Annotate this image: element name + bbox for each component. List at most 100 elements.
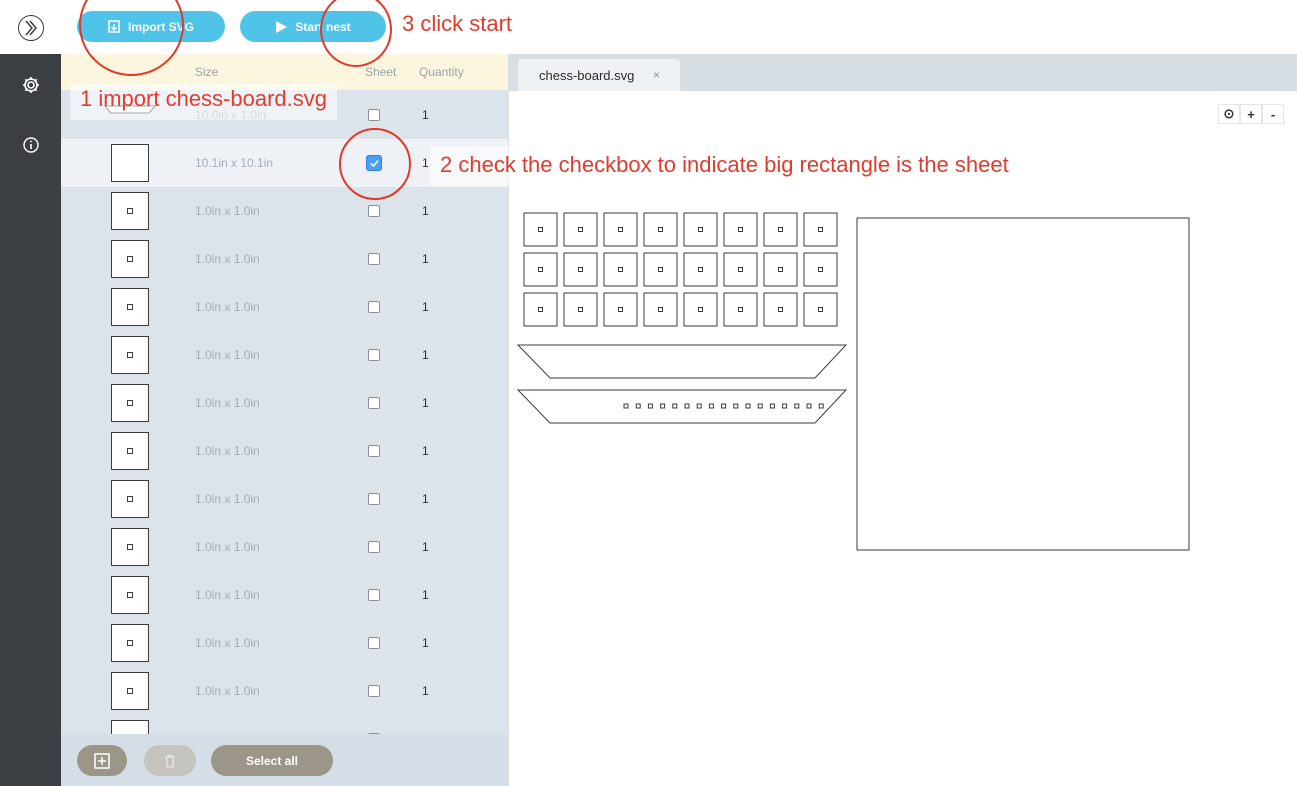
table-row[interactable]: 1.0in x 1.0in 1 xyxy=(61,427,508,475)
sheet-checkbox[interactable] xyxy=(368,253,380,265)
sheet-checkbox[interactable] xyxy=(368,589,380,601)
table-row[interactable]: 1.0in x 1.0in 1 xyxy=(61,331,508,379)
preview-square-piece xyxy=(603,292,638,327)
table-row[interactable]: 1.0in x 1.0in 1 xyxy=(61,379,508,427)
sheet-checkbox[interactable] xyxy=(368,109,380,121)
annotation-step-2: 2 check the checkbox to indicate big rec… xyxy=(430,146,1019,186)
part-size: 1.0in x 1.0in xyxy=(195,492,260,506)
start-nest-label: Start nest xyxy=(295,19,351,34)
part-size: 1.0in x 1.0in xyxy=(195,252,260,266)
preview-square-piece xyxy=(603,252,638,287)
table-row[interactable]: 1.0in x 1.0in 1 xyxy=(61,475,508,523)
preview-square-hole xyxy=(738,307,743,312)
part-quantity: 1 xyxy=(422,588,429,602)
preview-trapezoid-hole xyxy=(794,403,800,409)
preview-square-hole xyxy=(578,227,583,232)
delete-part-button[interactable] xyxy=(144,745,196,776)
table-row[interactable]: 1.0in x 1.0in 1 xyxy=(61,667,508,715)
part-size: 1.0in x 1.0in xyxy=(195,348,260,362)
part-thumbnail xyxy=(111,336,149,374)
left-rail xyxy=(0,54,61,786)
sheet-checkbox[interactable] xyxy=(368,301,380,313)
part-thumbnail xyxy=(111,240,149,278)
preview-trapezoid-hole xyxy=(684,403,690,409)
preview-square-piece xyxy=(763,292,798,327)
preview-square-hole xyxy=(658,227,663,232)
part-size: 10.1in x 10.1in xyxy=(195,156,274,170)
sheet-checkbox[interactable] xyxy=(368,541,380,553)
preview-sheet-rectangle xyxy=(856,217,1190,551)
zoom-out-button[interactable]: - xyxy=(1262,104,1284,124)
part-size: 1.0in x 1.0in xyxy=(195,444,260,458)
zoom-in-button[interactable]: + xyxy=(1240,104,1262,124)
gear-icon[interactable] xyxy=(20,74,42,96)
preview-square-piece xyxy=(683,252,718,287)
preview-square-piece xyxy=(523,212,558,247)
part-quantity: 1 xyxy=(422,252,429,266)
part-quantity: 1 xyxy=(422,492,429,506)
preview-square-piece xyxy=(643,252,678,287)
part-size: 1.0in x 1.0in xyxy=(195,540,260,554)
preview-trapezoid-hole xyxy=(733,403,739,409)
part-thumbnail xyxy=(111,624,149,662)
preview-square-piece xyxy=(563,212,598,247)
part-thumbnail xyxy=(111,432,149,470)
close-icon[interactable]: × xyxy=(653,68,660,82)
parts-footer: Select all xyxy=(61,734,508,786)
play-icon xyxy=(276,20,288,33)
table-row[interactable]: 1.0in x 1.0in 1 xyxy=(61,283,508,331)
table-row[interactable]: 1.0in x 1.0in 1 xyxy=(61,523,508,571)
table-row[interactable]: 1.0in x 1.0in 1 xyxy=(61,235,508,283)
preview-square-hole xyxy=(778,307,783,312)
preview-square-piece xyxy=(723,252,758,287)
preview-square-piece xyxy=(723,212,758,247)
part-quantity: 1 xyxy=(422,300,429,314)
preview-trapezoid-hole xyxy=(708,403,714,409)
annotation-step-3: 3 click start xyxy=(402,11,513,36)
part-thumbnail xyxy=(111,576,149,614)
part-size: 1.0in x 1.0in xyxy=(195,636,260,650)
preview-square-hole xyxy=(538,267,543,272)
trash-icon xyxy=(165,754,175,768)
preview-square-hole xyxy=(698,267,703,272)
tab-chess-board[interactable]: chess-board.svg × xyxy=(518,59,680,91)
start-nest-button[interactable]: Start nest xyxy=(240,11,386,42)
part-thumbnail xyxy=(111,384,149,422)
preview-square-hole xyxy=(818,307,823,312)
preview-square-hole xyxy=(818,227,823,232)
import-file-icon xyxy=(108,20,120,33)
preview-square-hole xyxy=(658,267,663,272)
preview-square-piece xyxy=(603,212,638,247)
column-header-quantity: Quantity xyxy=(419,65,464,79)
info-icon[interactable] xyxy=(20,134,42,156)
sheet-checkbox[interactable] xyxy=(368,637,380,649)
sheet-checkbox[interactable] xyxy=(368,445,380,457)
select-all-button[interactable]: Select all xyxy=(211,745,333,776)
sheet-checkbox[interactable] xyxy=(368,349,380,361)
sheet-checkbox[interactable] xyxy=(368,397,380,409)
preview-square-hole xyxy=(818,267,823,272)
nest-canvas[interactable]: ⊙ + - xyxy=(508,91,1297,786)
preview-square-piece xyxy=(803,252,838,287)
table-row[interactable]: 1.0in x 1.0in 1 xyxy=(61,619,508,667)
part-quantity: 1 xyxy=(422,684,429,698)
import-svg-button[interactable]: Import SVG xyxy=(77,11,225,42)
preview-trapezoid-hole xyxy=(672,403,678,409)
preview-square-piece xyxy=(523,292,558,327)
preview-trapezoid-piece xyxy=(516,389,848,424)
zoom-reset-button[interactable]: ⊙ xyxy=(1218,104,1240,124)
table-row[interactable]: 1.0in x 1.0in 1 xyxy=(61,571,508,619)
sheet-checkbox[interactable] xyxy=(366,155,382,171)
preview-square-piece xyxy=(763,252,798,287)
preview-square-piece xyxy=(563,292,598,327)
table-row[interactable]: 1.0in x 1.0in 1 xyxy=(61,187,508,235)
sheet-checkbox[interactable] xyxy=(368,493,380,505)
part-quantity: 1 xyxy=(422,540,429,554)
preview-square-hole xyxy=(618,307,623,312)
sheet-checkbox[interactable] xyxy=(368,205,380,217)
part-size: 1.0in x 1.0in xyxy=(195,204,260,218)
add-part-button[interactable] xyxy=(77,745,127,776)
sheet-checkbox[interactable] xyxy=(368,685,380,697)
zoom-controls: ⊙ + - xyxy=(1218,104,1284,124)
part-thumbnail xyxy=(111,288,149,326)
